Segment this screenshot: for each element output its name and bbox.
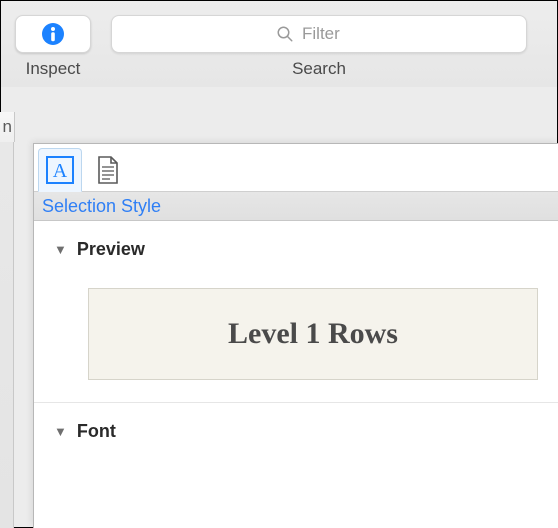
left-panel-fragment [0, 142, 14, 528]
document-icon [96, 155, 120, 185]
search-input[interactable] [302, 24, 362, 44]
inspector-panel: A Selection Style ▼ Preview Level 1 Rows [33, 143, 558, 528]
tab-selection-style[interactable]: A [38, 148, 82, 192]
search-field[interactable] [111, 15, 527, 53]
search-icon [276, 25, 294, 43]
inspect-button[interactable] [15, 15, 91, 53]
preview-text: Level 1 Rows [228, 317, 398, 351]
search-tool-group: Search [111, 15, 527, 79]
tab-document[interactable] [86, 148, 130, 192]
inspect-label: Inspect [26, 59, 81, 79]
disclosure-triangle-icon: ▼ [54, 243, 67, 256]
search-label: Search [292, 59, 346, 79]
toolbar: Inspect Search [1, 1, 557, 87]
inspect-tool-group: Inspect [15, 15, 91, 79]
inspector-body: ▼ Preview Level 1 Rows ▼ Font [34, 221, 558, 452]
inspector-tabbar: A [34, 144, 558, 192]
inspector-tab-caption: Selection Style [34, 191, 558, 221]
disclosure-triangle-icon: ▼ [54, 425, 67, 438]
style-preview: Level 1 Rows [88, 288, 538, 380]
svg-text:A: A [53, 160, 68, 182]
section-header-preview[interactable]: ▼ Preview [34, 221, 558, 270]
section-title-font: Font [77, 421, 116, 442]
info-icon [41, 22, 65, 46]
section-title-preview: Preview [77, 239, 145, 260]
selection-style-icon: A [45, 155, 75, 185]
left-tab-fragment: n [0, 112, 15, 142]
section-header-font[interactable]: ▼ Font [34, 403, 558, 452]
